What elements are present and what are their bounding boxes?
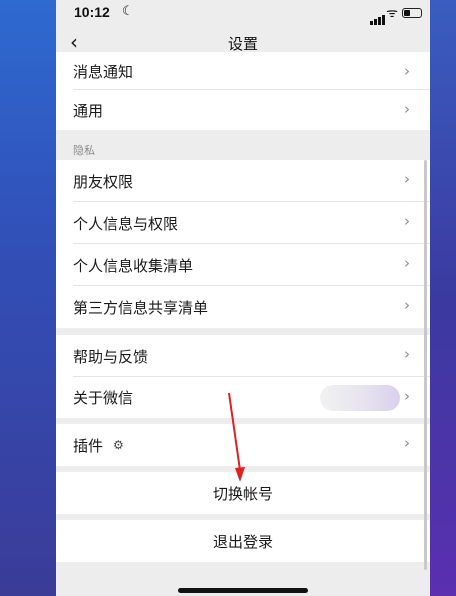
wifi-icon: ᯤ (386, 5, 398, 20)
settings-item-about-wechat[interactable]: 关于微信 › (56, 377, 430, 418)
phone-screen: 10:12 ☾ ᯤ ‹ 设置 消息通知 › 通用 › 隐私 朋友权限 › 个人信… (56, 0, 430, 596)
chevron-right-icon: › (404, 387, 410, 405)
settings-item-label: 关于微信 (73, 389, 134, 407)
settings-item-label: 帮助与反馈 (73, 347, 149, 366)
background-left (0, 0, 56, 596)
logout-label: 退出登录 (212, 532, 273, 551)
chevron-right-icon: › (404, 296, 410, 314)
switch-account-label: 切换帐号 (212, 484, 273, 503)
settings-item-label: 通用 (73, 101, 104, 120)
chevron-right-icon: › (404, 62, 410, 80)
version-badge-blurred (320, 385, 400, 411)
settings-item-friend-permissions[interactable]: 朋友权限 › (56, 160, 430, 202)
battery-icon (402, 8, 422, 18)
chevron-right-icon: › (404, 212, 410, 230)
background-right (430, 0, 456, 596)
page-title: 设置 (227, 35, 258, 53)
chevron-right-icon: › (404, 254, 410, 272)
section-gap: 隐私 (56, 130, 430, 160)
settings-item-third-party-sharing[interactable]: 第三方信息共享清单 › (56, 286, 430, 328)
plugin-icon: ⚙ (113, 438, 124, 452)
section-header-privacy: 隐私 (73, 144, 95, 157)
logout-button[interactable]: 退出登录 (56, 520, 430, 562)
scrollbar[interactable] (424, 160, 427, 570)
settings-item-label: 个人信息与权限 (73, 214, 179, 233)
signal-icon (370, 7, 386, 25)
settings-item-personal-info-permissions[interactable]: 个人信息与权限 › (56, 202, 430, 244)
status-bar: 10:12 ☾ ᯤ (56, 0, 430, 28)
settings-item-personal-info-collection[interactable]: 个人信息收集清单 › (56, 244, 430, 286)
settings-item-label: 消息通知 (73, 62, 134, 81)
chevron-right-icon: › (404, 170, 410, 188)
settings-item-label: 第三方信息共享清单 (73, 298, 209, 317)
settings-item-help-feedback[interactable]: 帮助与反馈 › (56, 335, 430, 377)
status-time: 10:12 (74, 4, 110, 20)
chevron-right-icon: › (404, 100, 410, 118)
switch-account-button[interactable]: 切换帐号 (56, 472, 430, 514)
chevron-right-icon: › (404, 434, 410, 452)
settings-item-notifications[interactable]: 消息通知 › (56, 52, 430, 90)
settings-item-general[interactable]: 通用 › (56, 90, 430, 130)
settings-item-label: 个人信息收集清单 (73, 256, 194, 275)
home-indicator (178, 588, 308, 593)
settings-item-label: 插件 (73, 436, 104, 455)
moon-icon: ☾ (122, 3, 134, 18)
chevron-right-icon: › (404, 345, 410, 363)
section-gap (56, 328, 430, 335)
settings-item-plugins[interactable]: 插件 ⚙ › (56, 424, 430, 466)
settings-item-label: 朋友权限 (73, 172, 134, 191)
